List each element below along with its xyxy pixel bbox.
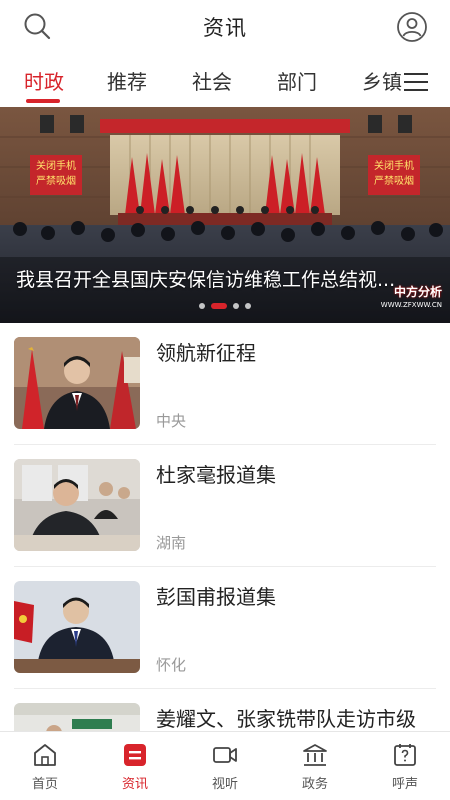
home-icon bbox=[34, 744, 56, 766]
news-headline[interactable]: 彭国甫报道集 bbox=[156, 581, 436, 610]
search-button[interactable] bbox=[22, 11, 54, 43]
news-thumbnail bbox=[14, 581, 140, 673]
category-tabs: 时政 推荐 社会 部门 乡镇 bbox=[0, 58, 450, 106]
tab-society[interactable]: 社会 bbox=[192, 66, 232, 95]
news-source: 湖南 bbox=[156, 534, 187, 552]
nav-voice-label: 呼声 bbox=[391, 777, 418, 792]
left-sign-line-1: 关闭手机 bbox=[36, 161, 76, 172]
bottom-navigation: 首页 资讯 视听 政务 呼声 bbox=[0, 731, 450, 800]
tab-towns[interactable]: 乡镇 bbox=[362, 66, 402, 95]
nav-government[interactable]: 政务 bbox=[270, 732, 360, 800]
voice-icon bbox=[394, 744, 416, 766]
news-thumbnail bbox=[14, 459, 140, 551]
page-title: 资讯 bbox=[203, 16, 247, 40]
nav-government-label: 政务 bbox=[301, 777, 328, 792]
news-headline[interactable]: 杜家毫报道集 bbox=[156, 459, 436, 488]
news-item[interactable]: 彭国甫报道集 怀化 bbox=[14, 567, 436, 689]
left-sign-line-2: 严禁吸烟 bbox=[36, 176, 76, 187]
news-item[interactable]: 杜家毫报道集 湖南 bbox=[14, 445, 436, 567]
news-thumbnail bbox=[14, 337, 140, 429]
site-watermark: 中方分析 WWW.ZFXWW.CN bbox=[362, 279, 442, 319]
carousel-dot[interactable] bbox=[245, 303, 251, 309]
watermark-text: 中方分析 bbox=[393, 285, 442, 299]
carousel-indicator bbox=[199, 303, 251, 309]
tab-departments[interactable]: 部门 bbox=[277, 66, 317, 95]
news-headline[interactable]: 领航新征程 bbox=[156, 337, 436, 366]
video-icon bbox=[213, 747, 237, 763]
news-source: 中央 bbox=[156, 412, 187, 430]
news-icon bbox=[124, 744, 146, 766]
active-tab-indicator bbox=[26, 99, 60, 103]
nav-voice[interactable]: 呼声 bbox=[360, 732, 450, 800]
tab-current-affairs[interactable]: 时政 bbox=[24, 66, 64, 95]
nav-news[interactable]: 资讯 bbox=[90, 732, 180, 800]
search-icon bbox=[24, 13, 51, 40]
news-item[interactable]: 领航新征程 中央 bbox=[14, 323, 436, 445]
nav-home[interactable]: 首页 bbox=[0, 732, 90, 800]
nav-video-label: 视听 bbox=[211, 777, 238, 792]
right-wall-sign: 关闭手机 严禁吸烟 bbox=[368, 159, 420, 189]
app-header: 资讯 bbox=[0, 0, 450, 54]
nav-news-label: 资讯 bbox=[121, 777, 148, 792]
carousel-dot[interactable] bbox=[233, 303, 239, 309]
menu-icon[interactable] bbox=[404, 72, 428, 92]
news-headline[interactable]: 姜耀文、张家铣带队走访市级 bbox=[156, 703, 436, 732]
carousel-dot-active[interactable] bbox=[211, 303, 227, 309]
news-source: 怀化 bbox=[156, 656, 187, 674]
right-sign-line-1: 关闭手机 bbox=[374, 161, 414, 172]
watermark-url: WWW.ZFXWW.CN bbox=[380, 301, 442, 309]
tab-recommended[interactable]: 推荐 bbox=[107, 66, 147, 95]
right-sign-line-2: 严禁吸烟 bbox=[374, 176, 414, 187]
left-wall-sign: 关闭手机 严禁吸烟 bbox=[30, 159, 82, 189]
nav-home-label: 首页 bbox=[31, 777, 58, 792]
government-icon bbox=[303, 744, 327, 766]
user-button[interactable] bbox=[396, 11, 428, 43]
user-icon bbox=[397, 12, 427, 42]
news-banner[interactable]: 关闭手机 严禁吸烟 关闭手机 严禁吸烟 我县召开全县国庆安保信访维稳工作总结视.… bbox=[0, 107, 450, 323]
carousel-dot[interactable] bbox=[199, 303, 205, 309]
nav-video[interactable]: 视听 bbox=[180, 732, 270, 800]
